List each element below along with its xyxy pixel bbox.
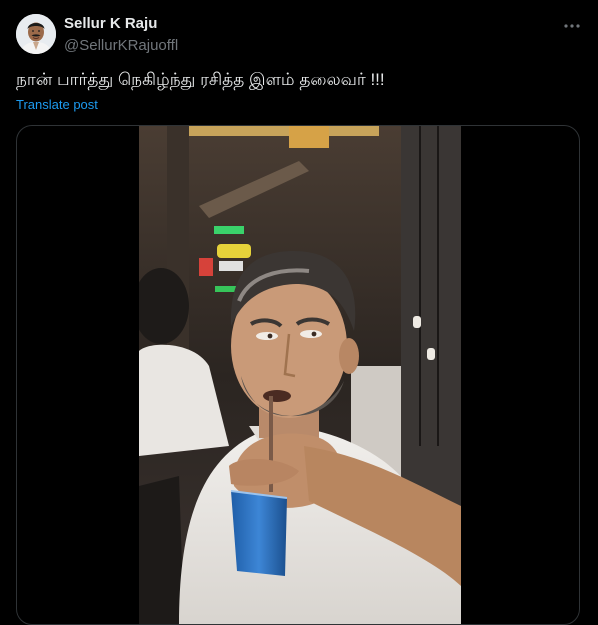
avatar-image bbox=[16, 14, 56, 54]
more-horizontal-icon[interactable] bbox=[560, 14, 584, 38]
video-thumbnail bbox=[139, 126, 461, 624]
video-frame bbox=[139, 126, 461, 624]
author-name[interactable]: Sellur K Raju bbox=[64, 15, 157, 32]
video-player[interactable] bbox=[16, 125, 580, 625]
tweet: Sellur K Raju @SellurKRajuoffl நான் பார்… bbox=[0, 0, 598, 625]
author-handle[interactable]: @SellurKRajuoffl bbox=[64, 37, 178, 54]
author-avatar[interactable] bbox=[16, 14, 56, 54]
translate-post-link[interactable]: Translate post bbox=[16, 97, 98, 112]
post-text: நான் பார்த்து நெகிழ்ந்து ரசித்த இளம் தலை… bbox=[16, 70, 385, 89]
